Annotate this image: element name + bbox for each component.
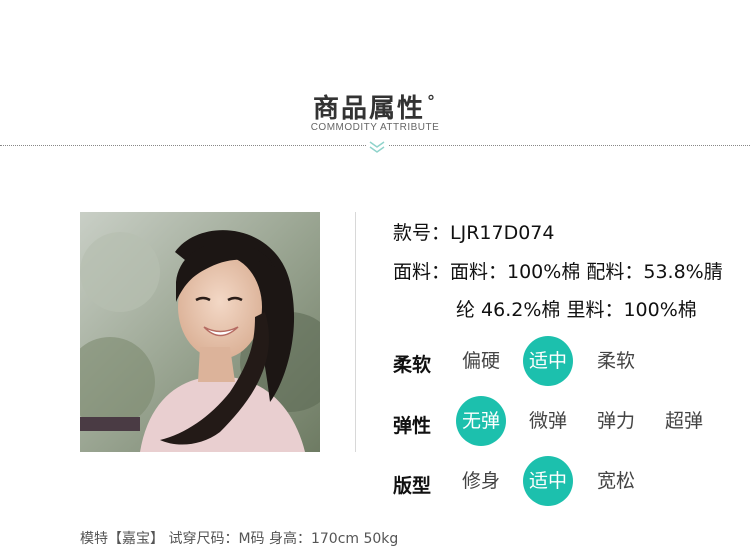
section-subtitle: COMMODITY ATTRIBUTE [310,122,440,133]
elasticity-option-super: 超弹 [664,410,703,432]
chevron-down-icon [366,139,388,155]
softness-option-soft: 柔软 [596,350,635,372]
softness-option-medium-selected: 适中 [523,336,573,386]
elasticity-option-stretch: 弹力 [596,410,635,432]
fit-option-loose: 宽松 [596,470,635,492]
elasticity-label: 弹性 [393,415,432,437]
style-number: 款号：LJR17D074 [393,222,555,244]
softness-option-hard: 偏硬 [461,350,500,372]
fabric-info-line-1: 面料：面料：100%棉 配料：53.8%腈 [393,261,723,283]
model-photo [80,212,320,452]
fit-option-regular-selected: 适中 [523,456,573,506]
fabric-info-line-2: 纶 46.2%棉 里料：100%棉 [456,299,697,321]
section-title: 商品属性 ° [0,88,750,125]
degree-mark: ° [427,92,437,111]
softness-label: 柔软 [393,354,432,376]
vertical-divider [355,212,356,452]
fit-label: 版型 [393,475,432,497]
elasticity-option-slight: 微弹 [528,410,567,432]
model-size-info: 模特【嘉宝】 试穿尺码：M码 身高：170cm 50kg [80,531,399,547]
fit-option-slim: 修身 [461,470,500,492]
elasticity-option-none-selected: 无弹 [456,396,506,446]
section-title-text: 商品属性 [312,94,425,124]
